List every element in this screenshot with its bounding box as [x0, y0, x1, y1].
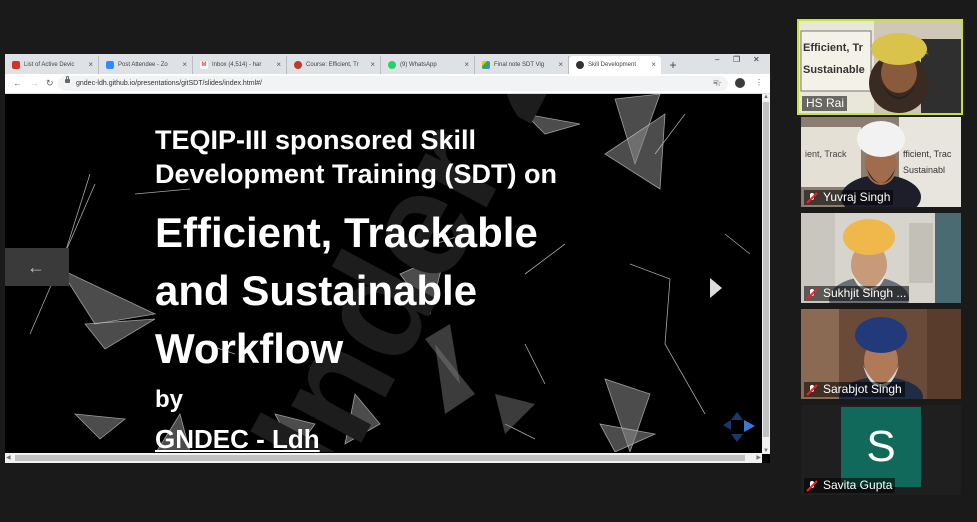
github-icon	[576, 61, 584, 69]
menu-icon[interactable]: ⋮	[755, 77, 763, 89]
mic-muted-icon	[806, 288, 818, 300]
close-window-icon[interactable]: ✕	[753, 55, 760, 64]
mic-muted-icon	[806, 384, 818, 396]
participant-name: Sukhjit Singh ...	[804, 286, 910, 301]
browser-tab-active[interactable]: Skill Development ×	[569, 56, 661, 74]
scroll-down-icon[interactable]: ▼	[763, 448, 769, 454]
address-bar-row: ← → ↻ gndec-ldh.github.io/presentations/…	[5, 74, 770, 94]
horizontal-scrollbar[interactable]: ◀ ▶	[5, 453, 762, 463]
gmail-icon: M	[200, 61, 208, 69]
participant-tile[interactable]: Sukhjit Singh ...	[801, 213, 961, 303]
left-arrow-icon: ←	[27, 257, 45, 277]
restore-icon[interactable]: ❐	[733, 55, 740, 64]
close-tab-icon[interactable]: ×	[182, 56, 187, 74]
participant-name: Sarabjot Singh	[804, 382, 905, 397]
participant-tile[interactable]: S Savita Gupta	[801, 405, 961, 495]
whatsapp-icon	[388, 61, 396, 69]
pdf-icon	[12, 61, 20, 69]
close-tab-icon[interactable]: ×	[88, 56, 93, 74]
slide-org-link[interactable]: GNDEC - Ldh	[155, 424, 320, 452]
browser-tab[interactable]: (9) WhatsApp ×	[381, 56, 475, 74]
tab-label: Course: Efficient, Tr	[306, 62, 359, 68]
reload-icon[interactable]: ↻	[46, 77, 54, 89]
presentation-slide: Inder 23 TEQIP-III sponsored Skill Devel…	[5, 94, 762, 452]
tab-label: Final note SDT Vig	[494, 62, 545, 68]
nav-down-icon	[731, 434, 743, 442]
slide-subtitle-line-1: TEQIP-III sponsored Skill	[155, 125, 477, 155]
svg-text:ient, Track: ient, Track	[805, 149, 847, 159]
close-tab-icon[interactable]: ×	[276, 56, 281, 74]
close-tab-icon[interactable]: ×	[651, 56, 656, 74]
participant-name: HS Rai	[802, 96, 848, 111]
url-input[interactable]: gndec-ldh.github.io/presentations/gitSDT…	[58, 76, 728, 91]
drive-icon	[482, 61, 490, 69]
reading-list-icon[interactable]: ≡	[713, 77, 718, 89]
scroll-up-icon[interactable]: ▲	[763, 94, 769, 100]
browser-tab-bar: List of Active Devic × Post Attendee - Z…	[5, 54, 770, 74]
svg-text:Sustainabl: Sustainabl	[903, 165, 945, 175]
tab-label: Post Attendee - Zo	[118, 62, 168, 68]
slide-title-line-3: Workflow	[155, 325, 344, 372]
svg-text:Efficient, Tr: Efficient, Tr	[803, 42, 864, 54]
mic-muted-icon	[806, 480, 818, 492]
slide-title-line-1: Efficient, Trackable	[155, 209, 538, 256]
tab-label: Skill Development	[588, 62, 637, 68]
participant-tile[interactable]: ient, Track fficient, Trac Sustainabl Yu…	[801, 117, 961, 207]
slide-title-line-2: and Sustainable	[155, 267, 478, 314]
lock-icon	[65, 76, 70, 83]
scroll-right-icon[interactable]: ▶	[756, 454, 761, 461]
close-tab-icon[interactable]: ×	[558, 56, 563, 74]
mic-muted-icon	[806, 192, 818, 204]
browser-tab[interactable]: List of Active Devic ×	[5, 56, 99, 74]
browser-tab[interactable]: Course: Efficient, Tr ×	[287, 56, 381, 74]
participant-tile-active-speaker[interactable]: Efficient, Tr Sustainable HS Rai	[797, 19, 963, 115]
scroll-left-icon[interactable]: ◀	[6, 454, 11, 461]
nav-left-icon	[723, 420, 731, 430]
minimize-icon[interactable]: –	[715, 55, 719, 64]
new-tab-button[interactable]: +	[664, 56, 682, 74]
browser-tab[interactable]: Post Attendee - Zo ×	[99, 56, 193, 74]
svg-text:Sustainable: Sustainable	[803, 64, 865, 76]
zoom-icon	[106, 61, 114, 69]
nav-up-icon	[731, 412, 743, 420]
shared-screen: List of Active Devic × Post Attendee - Z…	[5, 54, 770, 463]
url-text: gndec-ldh.github.io/presentations/gitSDT…	[76, 80, 262, 87]
close-tab-icon[interactable]: ×	[464, 56, 469, 74]
forward-icon[interactable]: →	[30, 77, 39, 89]
slide-by-label: by	[155, 386, 184, 413]
previous-slide-button[interactable]: ←	[5, 248, 69, 286]
back-icon[interactable]: ←	[13, 77, 22, 89]
next-slide-button[interactable]	[710, 278, 722, 298]
scrollbar-thumb[interactable]	[763, 102, 769, 437]
course-icon	[294, 61, 302, 69]
vertical-scrollbar[interactable]: ▲ ▼	[762, 94, 770, 454]
svg-text:fficient, Trac: fficient, Trac	[903, 149, 952, 159]
participant-tile[interactable]: Sarabjot Singh	[801, 309, 961, 399]
nav-right-icon	[744, 420, 755, 432]
scrollbar-thumb[interactable]	[15, 455, 745, 461]
browser-tab[interactable]: Final note SDT Vig ×	[475, 56, 569, 74]
close-tab-icon[interactable]: ×	[370, 56, 375, 74]
profile-avatar[interactable]	[735, 78, 745, 88]
participant-avatar: S	[841, 407, 921, 487]
browser-tab[interactable]: M Inbox (4,514) - har ×	[193, 56, 287, 74]
tab-label: List of Active Devic	[24, 62, 75, 68]
slide-subtitle-line-2: Development Training (SDT) on	[155, 159, 558, 189]
tab-label: Inbox (4,514) - har	[212, 62, 262, 68]
tab-label: (9) WhatsApp	[400, 62, 437, 68]
slide-nav-controls[interactable]	[717, 410, 757, 448]
